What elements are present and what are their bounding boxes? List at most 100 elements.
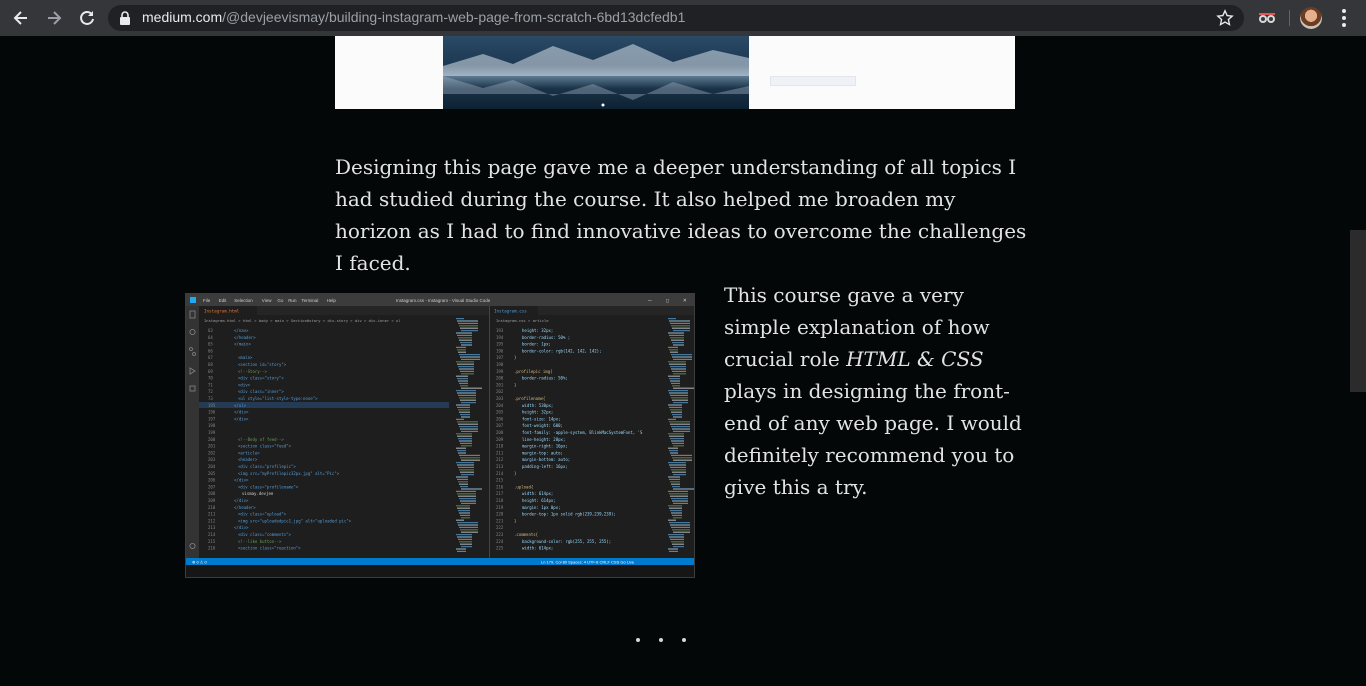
menu-item[interactable]: Edit: [219, 298, 228, 303]
minimap-line: [673, 373, 686, 375]
minimap-line: [672, 356, 692, 358]
browser-menu-button[interactable]: [1334, 6, 1354, 30]
html-line-number: 67: [208, 355, 213, 360]
extension-icon[interactable]: [1256, 7, 1278, 29]
menu-item[interactable]: Run: [288, 298, 297, 303]
css-code-line: height: 614px;: [522, 498, 556, 503]
css-code-line: font-size: 14px;: [522, 416, 561, 421]
p2-text-end: plays in designing the front-end of any …: [724, 379, 1022, 499]
minimap-line: [671, 325, 690, 327]
html-line-number: 65: [208, 342, 213, 347]
html-code-line: <main>: [238, 355, 253, 360]
minimap-line: [673, 358, 692, 360]
menu-item[interactable]: Help: [327, 298, 337, 303]
css-code-line: margin-bottom: auto;: [522, 457, 570, 462]
html-line-number: 206: [208, 478, 216, 483]
minimap-line: [672, 414, 682, 416]
css-line-number: 194: [496, 335, 504, 340]
html-code-line: </div>: [234, 498, 249, 503]
css-line-number: 219: [496, 505, 504, 510]
menu-item[interactable]: File: [203, 298, 211, 303]
url-text[interactable]: medium.com/@devjeevismay/building-instag…: [142, 9, 685, 25]
minimap-line: [459, 512, 470, 514]
minimap-line: [460, 370, 474, 372]
css-line-number: 217: [496, 491, 504, 496]
css-line-number: 213: [496, 464, 504, 469]
css-code-line: line-height: 28px;: [522, 437, 565, 442]
css-code-line: }: [514, 355, 516, 360]
html-line-number: 205: [208, 471, 216, 476]
minimap-line: [457, 536, 472, 538]
css-line-number: 211: [496, 450, 504, 455]
minimap-line: [672, 486, 680, 488]
article-hero-image: [335, 36, 1015, 109]
minimap-line: [669, 392, 688, 394]
css-line-number: 195: [496, 342, 504, 347]
minimap-line: [456, 490, 476, 492]
minimap-line: [461, 416, 470, 418]
minimap-line: [673, 546, 684, 548]
minimap-line: [670, 337, 684, 339]
css-code-line: }: [514, 382, 516, 387]
minimap-line: [668, 318, 676, 320]
html-code-line: <ul style="list-style-type:none">: [238, 396, 318, 401]
close-icon: ×: [683, 297, 687, 304]
css-code-line: }: [514, 518, 516, 523]
html-code-line: <header>: [238, 457, 258, 462]
minimap-line: [456, 476, 468, 478]
minimap-line: [673, 430, 690, 432]
minimap-line: [672, 529, 690, 531]
minimap-line: [460, 471, 474, 473]
html-line-number: 208: [208, 491, 216, 496]
reload-button[interactable]: [75, 6, 99, 30]
menu-item[interactable]: Go: [277, 298, 284, 303]
minimap-line: [673, 459, 692, 461]
html-line-number: 195: [208, 403, 216, 408]
minimap-line: [673, 402, 688, 404]
menu-item[interactable]: View: [262, 298, 272, 303]
html-code-line: <div class="inner">: [238, 389, 284, 394]
minimap-line: [672, 442, 684, 444]
minimap-line: [457, 435, 472, 437]
minimap-line: [460, 457, 480, 459]
profile-avatar[interactable]: [1300, 7, 1322, 29]
minimap-line: [669, 507, 682, 509]
minimap-line: [458, 466, 474, 468]
article-paragraph-2: This course gave a very simple explanati…: [724, 279, 1024, 503]
back-button[interactable]: [9, 6, 33, 30]
minimap-line: [671, 454, 692, 456]
minimap-line: [460, 327, 478, 329]
css-code-line: .comments{: [514, 532, 538, 537]
html-code-line: <div class="story">: [238, 376, 284, 381]
minimap-line: [460, 442, 472, 444]
hero-input-field: [770, 76, 856, 86]
minimap-line: [459, 454, 480, 456]
page-scrollbar-thumb[interactable]: [1350, 230, 1366, 392]
css-line-number: 222: [496, 525, 504, 530]
reload-icon: [80, 10, 94, 25]
address-bar[interactable]: medium.com/@devjeevismay/building-instag…: [108, 5, 1244, 31]
minimap-line: [671, 469, 686, 471]
css-code-line: .profilepic img{: [514, 369, 553, 374]
html-code-line: <section class="feed">: [238, 444, 292, 449]
minimap-line: [669, 349, 678, 351]
minimap-line: [671, 483, 680, 485]
html-line-number: 63: [208, 328, 213, 333]
minimap-line: [670, 495, 688, 497]
bookmark-star-icon[interactable]: [1216, 9, 1234, 27]
html-code-line: </div>: [234, 525, 249, 530]
status-problems: ⊗ 0 ⚠ 0: [192, 560, 207, 565]
minimap-line: [669, 478, 680, 480]
menu-item[interactable]: Terminal: [301, 298, 318, 303]
css-line-number: 225: [496, 546, 504, 551]
html-code-line: </div>: [234, 478, 249, 483]
html-line-number: 209: [208, 498, 216, 503]
html-code-line: vismay.devjee: [242, 491, 274, 496]
html-file-tab: Instagram.html: [204, 309, 240, 314]
minimize-icon: –: [648, 297, 652, 304]
minimap-line: [457, 392, 476, 394]
minimap-line: [458, 423, 478, 425]
minimap-line: [458, 380, 468, 382]
menu-item[interactable]: Selection: [234, 298, 253, 303]
forward-button[interactable]: [42, 6, 66, 30]
